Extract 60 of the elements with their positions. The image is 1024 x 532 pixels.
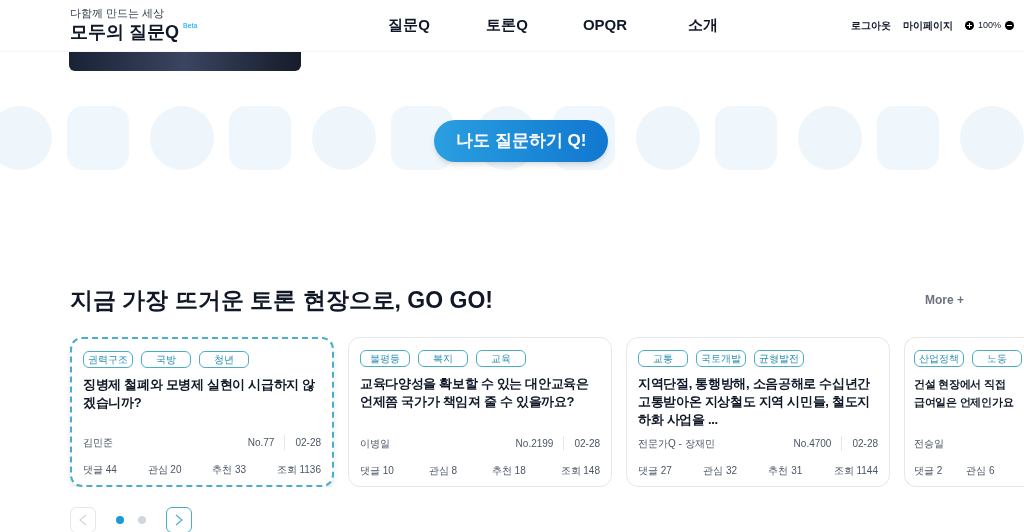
card-stat: 댓글 44	[83, 462, 117, 477]
zoom-in-icon[interactable]	[964, 21, 974, 30]
card-stat: 추천 33	[212, 462, 247, 477]
card-stat: 관심 20	[147, 462, 182, 477]
header-link[interactable]: 로그아웃	[850, 18, 891, 33]
author-name: 전문가Q - 장재민	[638, 436, 715, 451]
post-number: No.77	[247, 435, 275, 450]
tag[interactable]: 균형발전	[754, 349, 804, 367]
chevron-right-icon	[175, 513, 183, 526]
card-stat: 댓글 27	[638, 463, 672, 478]
tag[interactable]: 노동	[972, 349, 1022, 367]
header-link[interactable]: 마이페이지	[902, 18, 953, 33]
more-link[interactable]: More +	[925, 291, 964, 310]
card-stat: 댓글 10	[360, 463, 394, 478]
post-date: 02-28	[563, 435, 600, 451]
card-stat: 추천 18	[491, 463, 526, 478]
logo[interactable]: 모두의 질문Q	[70, 21, 179, 44]
debate-card[interactable]: 불평등 복지 교육 교육다양성을 확보할 수 있는 대안교육은 언제쯤 국가가 책임져 줄 수 있을까요? 이병일 No.2199 02-28 댓글 10 관심 8 추천 18 조회 148	[348, 336, 612, 487]
section-title: 지금 가장 뜨거운 토론 현장으로, GO GO!	[70, 286, 493, 315]
card-stat: 조회 1144	[833, 463, 878, 478]
author-name: 이병일	[360, 436, 390, 451]
post-number: No.2199	[515, 436, 554, 451]
debate-card[interactable]: 교통 국토개발 균형발전 지역단절, 통행방해, 소음공해로 수십년간 고통받아온 지상철도 지역 시민들, 철도지하화 사업을 ... 전문가Q - 장재민 No.4700 02-28 댓글 27 관심 32 추천 31 조회 1144	[626, 336, 890, 487]
tag[interactable]: 복지	[418, 349, 468, 367]
card-title: 징병제 철폐와 모병제 실현이 시급하지 않겠습니까?	[83, 375, 316, 412]
ask-question-button[interactable]: 나도 질문하기 Q!	[434, 120, 609, 162]
post-date: 02-28	[841, 435, 878, 451]
author-name: 전승일	[914, 436, 944, 451]
card-title: 지역단절, 통행방해, 소음공해로 수십년간 고통받아온 지상철도 지역 시민들, 철도지하화 사업을 ...	[638, 374, 871, 429]
nav-link[interactable]: 소개	[654, 14, 752, 37]
tag[interactable]: 불평등	[360, 349, 410, 367]
debate-card[interactable]: 권력구조 국방 청년 징병제 철폐와 모병제 실현이 시급하지 않겠습니까? 김민준 No.77 02-28 댓글 44 관심 20 추천 33 조회 1136	[70, 336, 334, 487]
nav-link[interactable]: 질문Q	[360, 14, 458, 37]
tag[interactable]: 교육	[476, 349, 526, 367]
tag[interactable]: 국방	[141, 350, 191, 368]
page-dot[interactable]	[116, 515, 124, 524]
nav-link[interactable]: OPQR	[556, 14, 654, 37]
card-stat: 추천 31	[768, 463, 803, 478]
chevron-left-icon	[79, 513, 87, 526]
tag[interactable]: 교통	[638, 349, 688, 367]
post-date: 02-28	[284, 434, 321, 450]
nav-link[interactable]: 토론Q	[458, 14, 556, 37]
card-title: 건설 현장에서 직접 급여일은 언제인가요	[914, 376, 1015, 410]
tag[interactable]: 국토개발	[696, 349, 746, 367]
card-stat: 관심 8	[428, 463, 458, 478]
zoom-level: 100%	[977, 18, 1001, 32]
tag[interactable]: 권력구조	[83, 350, 133, 368]
tag[interactable]: 산업정책	[914, 349, 964, 367]
card-title: 교육다양성을 확보할 수 있는 대안교육은 언제쯤 국가가 책임져 줄 수 있을까요?	[360, 374, 590, 411]
zoom-out-icon[interactable]	[1005, 21, 1014, 30]
card-stat: 관심 32	[703, 463, 738, 478]
card-stat: 관심 6	[966, 463, 995, 478]
tagline: 다함께 만드는 세상	[70, 7, 166, 22]
debate-card[interactable]: 산업정책 노동 건설 현장에서 직접 급여일은 언제인가요 전승일 댓글 2 관심 6	[904, 336, 1024, 487]
card-stat: 조회 148	[560, 463, 600, 478]
author-name: 김민준	[83, 435, 113, 450]
tag[interactable]: 청년	[199, 350, 249, 368]
post-number: No.4700	[793, 436, 832, 451]
card-stat: 댓글 2	[914, 463, 943, 478]
card-stat: 조회 1136	[276, 462, 321, 477]
